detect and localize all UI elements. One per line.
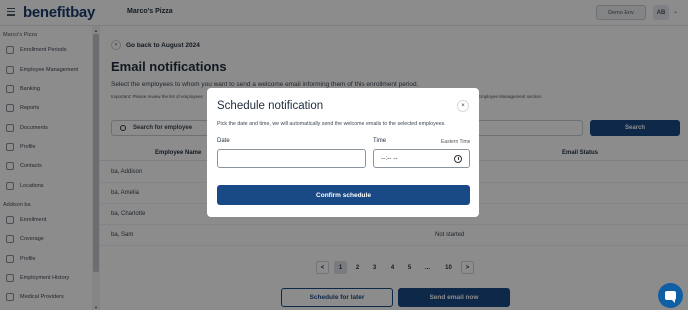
schedule-notification-modal: Schedule notification × Pick the date an… xyxy=(207,88,479,217)
timezone-label: Eastern Time xyxy=(441,139,471,145)
date-label: Date xyxy=(217,138,230,144)
clock-icon[interactable] xyxy=(454,155,462,163)
time-label: Time xyxy=(373,138,387,144)
chat-button[interactable] xyxy=(658,283,683,308)
time-value: --:-- -- xyxy=(381,155,398,162)
modal-title: Schedule notification xyxy=(217,100,324,112)
close-icon[interactable]: × xyxy=(457,100,469,112)
confirm-schedule-button[interactable]: Confirm schedule xyxy=(217,185,470,205)
time-field[interactable]: --:-- -- xyxy=(373,149,470,168)
chat-icon xyxy=(665,291,676,303)
modal-description: Pick the date and time, we will automati… xyxy=(217,121,446,127)
date-field[interactable] xyxy=(217,149,366,168)
